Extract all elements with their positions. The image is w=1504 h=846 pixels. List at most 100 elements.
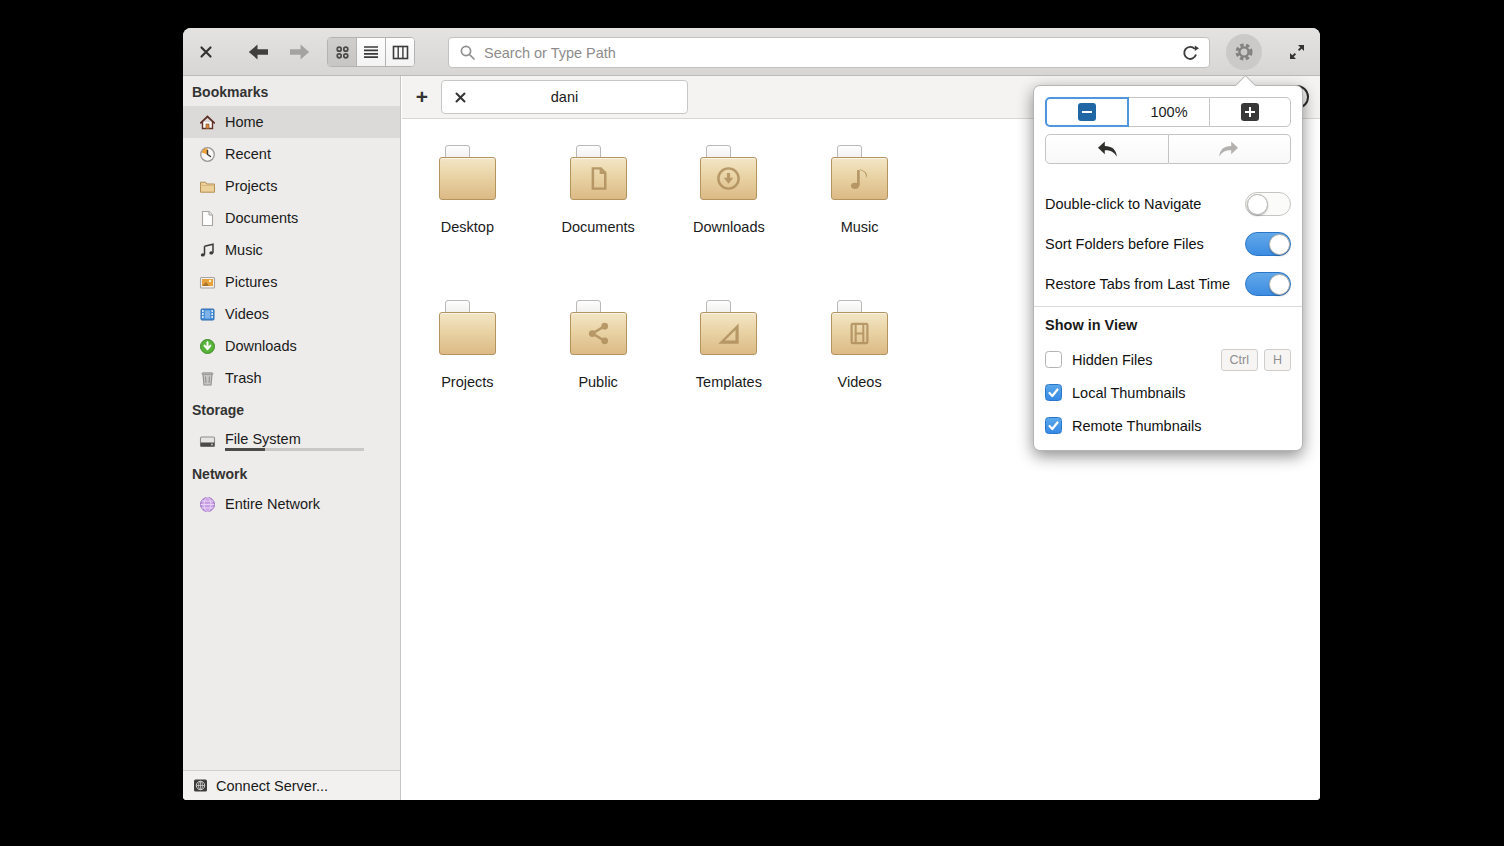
file-name: Downloads bbox=[693, 219, 765, 235]
zoom-in-button[interactable] bbox=[1209, 97, 1291, 127]
refresh-icon[interactable] bbox=[1181, 44, 1199, 62]
sidebar-item-videos[interactable]: Videos bbox=[183, 298, 400, 330]
sidebar-item-label: Trash bbox=[225, 370, 262, 386]
file-item-templates[interactable]: Templates bbox=[664, 300, 795, 455]
document-icon bbox=[199, 210, 216, 227]
toggle-row-sort-folders: Sort Folders before Files bbox=[1045, 224, 1291, 264]
settings-popover: 100% Double-click to Navigate Sort Folde… bbox=[1033, 85, 1303, 451]
file-manager-window: Search or Type Path Bookmarks Home Recen… bbox=[183, 28, 1320, 800]
file-name: Music bbox=[841, 219, 879, 235]
gear-icon bbox=[1233, 41, 1255, 63]
file-item-music[interactable]: Music bbox=[794, 145, 925, 300]
sidebar-item-downloads[interactable]: Downloads bbox=[183, 330, 400, 362]
zoom-control: 100% bbox=[1045, 97, 1291, 127]
history-control bbox=[1045, 134, 1291, 164]
remote-thumbnails-row: Remote Thumbnails bbox=[1045, 409, 1291, 442]
toggle-row-double-click: Double-click to Navigate bbox=[1045, 184, 1291, 224]
videos-icon bbox=[199, 306, 216, 323]
keycap-h: H bbox=[1264, 349, 1291, 371]
folder-downloads-icon bbox=[700, 145, 757, 200]
zoom-out-icon bbox=[1078, 103, 1096, 121]
remote-thumbnails-checkbox[interactable] bbox=[1045, 417, 1062, 434]
checkbox-label: Local Thumbnails bbox=[1072, 385, 1185, 401]
sidebar-item-trash[interactable]: Trash bbox=[183, 362, 400, 394]
server-icon bbox=[192, 777, 209, 794]
folder-icon bbox=[439, 145, 496, 200]
zoom-in-icon bbox=[1241, 103, 1259, 121]
list-view-button[interactable] bbox=[356, 38, 385, 66]
file-name: Videos bbox=[838, 374, 882, 390]
zoom-level[interactable]: 100% bbox=[1129, 97, 1209, 127]
file-name: Projects bbox=[441, 374, 493, 390]
toggle-label: Double-click to Navigate bbox=[1045, 196, 1201, 212]
pictures-icon bbox=[199, 274, 216, 291]
history-back-button[interactable] bbox=[1045, 134, 1169, 164]
sidebar-item-label: Home bbox=[225, 114, 264, 130]
sidebar-item-projects[interactable]: Projects bbox=[183, 170, 400, 202]
sidebar-item-label: File System bbox=[225, 431, 364, 447]
sidebar-item-pictures[interactable]: Pictures bbox=[183, 266, 400, 298]
folder-icon bbox=[439, 300, 496, 355]
grid-view-icon bbox=[334, 44, 351, 61]
restore-tabs-toggle[interactable] bbox=[1245, 272, 1291, 296]
double-click-toggle[interactable] bbox=[1245, 192, 1291, 216]
grid-view-button[interactable] bbox=[328, 38, 356, 66]
back-button[interactable] bbox=[247, 42, 269, 62]
sidebar-item-entire-network[interactable]: Entire Network bbox=[183, 488, 400, 520]
folder-icon bbox=[199, 178, 216, 195]
undo-arrow-icon bbox=[1095, 140, 1119, 159]
hidden-files-checkbox[interactable] bbox=[1045, 351, 1062, 368]
connect-server-button[interactable]: Connect Server... bbox=[183, 770, 400, 800]
file-item-videos[interactable]: Videos bbox=[794, 300, 925, 455]
local-thumbnails-checkbox[interactable] bbox=[1045, 384, 1062, 401]
music-icon bbox=[199, 242, 216, 259]
file-name: Documents bbox=[561, 219, 634, 235]
history-forward-button[interactable] bbox=[1169, 134, 1292, 164]
sidebar-item-label: Downloads bbox=[225, 338, 297, 354]
tab-dani[interactable]: dani bbox=[441, 80, 688, 114]
local-thumbnails-row: Local Thumbnails bbox=[1045, 376, 1291, 409]
settings-button[interactable] bbox=[1226, 34, 1262, 70]
tab-close-icon[interactable] bbox=[455, 92, 466, 103]
file-name: Desktop bbox=[441, 219, 494, 235]
sidebar-item-label: Documents bbox=[225, 210, 298, 226]
window-close-button[interactable] bbox=[199, 45, 213, 59]
toolbar: Search or Type Path bbox=[183, 28, 1320, 76]
file-item-projects[interactable]: Projects bbox=[402, 300, 533, 455]
folder-share-icon bbox=[570, 300, 627, 355]
trash-icon bbox=[199, 370, 216, 387]
file-item-desktop[interactable]: Desktop bbox=[402, 145, 533, 300]
sidebar-item-home[interactable]: Home bbox=[183, 106, 400, 138]
column-view-button[interactable] bbox=[385, 38, 414, 66]
column-view-icon bbox=[392, 44, 409, 61]
checkbox-label: Hidden Files bbox=[1072, 352, 1153, 368]
file-item-public[interactable]: Public bbox=[533, 300, 664, 455]
toggle-label: Restore Tabs from Last Time bbox=[1045, 276, 1230, 292]
sidebar-item-recent[interactable]: Recent bbox=[183, 138, 400, 170]
forward-button[interactable] bbox=[289, 42, 311, 62]
keycap-ctrl: Ctrl bbox=[1221, 349, 1258, 371]
sidebar-item-label: Videos bbox=[225, 306, 269, 322]
hidden-files-row: Hidden Files Ctrl H bbox=[1045, 343, 1291, 376]
sidebar-item-documents[interactable]: Documents bbox=[183, 202, 400, 234]
list-view-icon bbox=[363, 44, 379, 60]
file-item-downloads[interactable]: Downloads bbox=[664, 145, 795, 300]
fullscreen-button[interactable] bbox=[1287, 42, 1307, 62]
file-name: Templates bbox=[696, 374, 762, 390]
redo-arrow-icon bbox=[1217, 140, 1241, 159]
connect-server-label: Connect Server... bbox=[216, 778, 328, 794]
sidebar-item-label: Recent bbox=[225, 146, 271, 162]
sidebar-item-music[interactable]: Music bbox=[183, 234, 400, 266]
new-tab-button[interactable]: + bbox=[408, 76, 436, 118]
file-item-documents[interactable]: Documents bbox=[533, 145, 664, 300]
network-icon bbox=[199, 496, 216, 513]
view-switcher bbox=[327, 37, 415, 67]
search-input[interactable]: Search or Type Path bbox=[448, 37, 1210, 68]
sort-folders-toggle[interactable] bbox=[1245, 232, 1291, 256]
folder-documents-icon bbox=[570, 145, 627, 200]
sidebar-header-storage: Storage bbox=[183, 394, 400, 424]
zoom-out-button[interactable] bbox=[1045, 97, 1129, 127]
search-placeholder: Search or Type Path bbox=[484, 45, 1173, 61]
sidebar-item-file-system[interactable]: File System bbox=[183, 424, 400, 458]
folder-videos-icon bbox=[831, 300, 888, 355]
